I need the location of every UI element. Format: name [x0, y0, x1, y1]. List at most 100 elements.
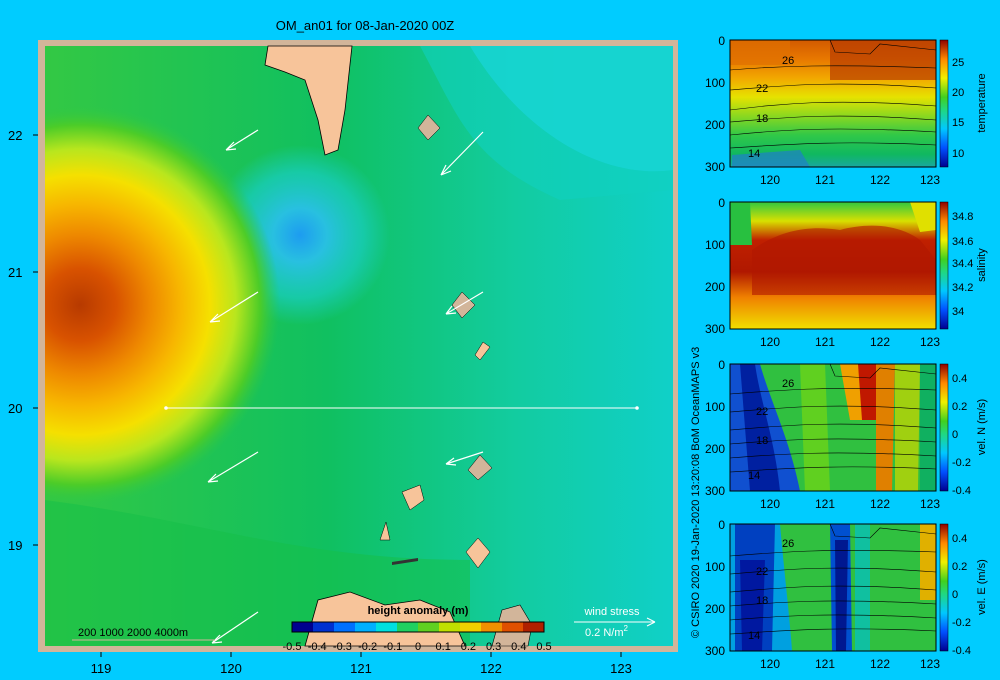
depth-tick: 200 [705, 442, 725, 456]
lon-tick: 122 [870, 173, 890, 187]
lon-tick: 123 [610, 661, 632, 676]
colorbar-tick: 0.2 [461, 641, 476, 653]
colorbar-tick: 0.1 [436, 641, 451, 653]
svg-text:34: 34 [952, 306, 964, 318]
depth-tick: 100 [705, 560, 725, 574]
svg-text:0.4: 0.4 [952, 533, 967, 545]
lat-tick: 22 [8, 128, 22, 143]
svg-text:34.8: 34.8 [952, 211, 973, 223]
depth-tick: 100 [705, 76, 725, 90]
section-panels[interactable]: 26 22 18 14 25 20 15 10 temperature 34.8… [680, 0, 1000, 680]
vel-n-panel: 26 22 18 14 0.4 0.2 0 -0.2 -0.4 vel. N (… [729, 363, 988, 497]
colorbar-segment [460, 622, 482, 632]
lon-tick: 120 [760, 657, 780, 671]
depth-tick: 200 [705, 602, 725, 616]
svg-text:0.2: 0.2 [952, 401, 967, 413]
colorbar-tick: 0.5 [536, 641, 551, 653]
lon-tick: 122 [480, 661, 502, 676]
contour-label: 18 [756, 113, 768, 125]
depth-tick: 200 [705, 118, 725, 132]
colorbar-label: height anomaly (m) [368, 605, 469, 617]
depth-tick: 0 [718, 34, 725, 48]
lon-tick: 123 [920, 497, 940, 511]
panel-label: salinity [976, 248, 988, 282]
lat-tick: 19 [8, 538, 22, 553]
colorbar-tick: -0.3 [333, 641, 352, 653]
colorbar-segment [376, 622, 398, 632]
svg-text:-0.2: -0.2 [952, 457, 971, 469]
wind-stress-scale: 0.2 N/m2 [585, 624, 629, 639]
depth-tick: 0 [718, 196, 725, 210]
credit-text: © CSIRO 2020 19-Jan-2020 13:20:08 BoM Oc… [690, 347, 702, 638]
lon-tick: 122 [870, 657, 890, 671]
wind-stress-label: wind stress [583, 606, 640, 618]
colorbar-tick: -0.5 [283, 641, 302, 653]
salinity-panel: 34.8 34.6 34.4 34.2 34 salinity [729, 201, 988, 330]
contour-label: 26 [782, 55, 794, 67]
lon-tick: 121 [815, 335, 835, 349]
svg-text:10: 10 [952, 148, 964, 160]
svg-text:15: 15 [952, 117, 964, 129]
lon-tick: 122 [870, 335, 890, 349]
depth-tick: 200 [705, 280, 725, 294]
svg-text:18: 18 [756, 595, 768, 607]
lon-tick: 120 [760, 497, 780, 511]
depth-tick: 100 [705, 238, 725, 252]
colorbar-tick: 0.3 [486, 641, 501, 653]
depth-legend: 200 1000 2000 4000m [78, 627, 188, 639]
depth-tick: 100 [705, 400, 725, 414]
svg-text:34.2: 34.2 [952, 282, 973, 294]
lon-tick: 122 [870, 497, 890, 511]
lon-tick: 123 [920, 657, 940, 671]
lat-tick: 21 [8, 265, 22, 280]
depth-tick: 300 [705, 644, 725, 658]
panel-label: temperature [976, 73, 988, 132]
colorbar-segment [292, 622, 314, 632]
colorbar-segment [502, 622, 524, 632]
lon-tick: 121 [350, 661, 372, 676]
height-colorbar [291, 621, 545, 633]
depth-tick: 300 [705, 322, 725, 336]
map-svg[interactable]: 22 21 20 19 119 120 121 122 123 200 1000… [0, 0, 680, 680]
lon-tick: 121 [815, 657, 835, 671]
colorbar-tick: -0.1 [383, 641, 402, 653]
contour-label: 14 [748, 148, 760, 160]
svg-text:0.2: 0.2 [952, 561, 967, 573]
svg-text:22: 22 [756, 406, 768, 418]
svg-text:26: 26 [782, 538, 794, 550]
high-anomaly-eddy [45, 46, 365, 646]
svg-text:-0.4: -0.4 [952, 485, 971, 497]
colorbar-segment [439, 622, 461, 632]
panel-label: vel. N (m/s) [976, 399, 988, 455]
colorbar-tick: 0 [415, 641, 421, 653]
svg-text:26: 26 [782, 378, 794, 390]
colorbar-segment [334, 622, 356, 632]
lon-tick: 123 [920, 173, 940, 187]
svg-text:22: 22 [756, 566, 768, 578]
svg-text:18: 18 [756, 435, 768, 447]
lon-tick: 119 [91, 661, 112, 676]
colorbar-tick: -0.2 [358, 641, 377, 653]
colorbar-tick: -0.4 [308, 641, 327, 653]
panel-label: vel. E (m/s) [976, 559, 988, 615]
lon-tick: 123 [920, 335, 940, 349]
depth-tick: 0 [718, 518, 725, 532]
vel-e-panel: 26 22 18 14 0.4 0.2 0 -0.2 -0.4 vel. E (… [729, 523, 988, 657]
depth-tick: 300 [705, 160, 725, 174]
svg-text:14: 14 [748, 630, 760, 642]
colorbar-segment [397, 622, 419, 632]
colorbar-segment [355, 622, 377, 632]
svg-text:-0.4: -0.4 [952, 645, 971, 657]
colorbar-segment [523, 622, 545, 632]
lon-tick: 120 [220, 661, 242, 676]
lat-tick: 20 [8, 401, 22, 416]
colorbar-segment [313, 622, 335, 632]
depth-tick: 0 [718, 358, 725, 372]
contour-label: 22 [756, 83, 768, 95]
svg-text:0: 0 [952, 589, 958, 601]
svg-text:-0.2: -0.2 [952, 617, 971, 629]
colorbar-segment [418, 622, 440, 632]
colorbar-tick: 0.4 [511, 641, 526, 653]
svg-text:25: 25 [952, 57, 964, 69]
depth-tick: 300 [705, 484, 725, 498]
